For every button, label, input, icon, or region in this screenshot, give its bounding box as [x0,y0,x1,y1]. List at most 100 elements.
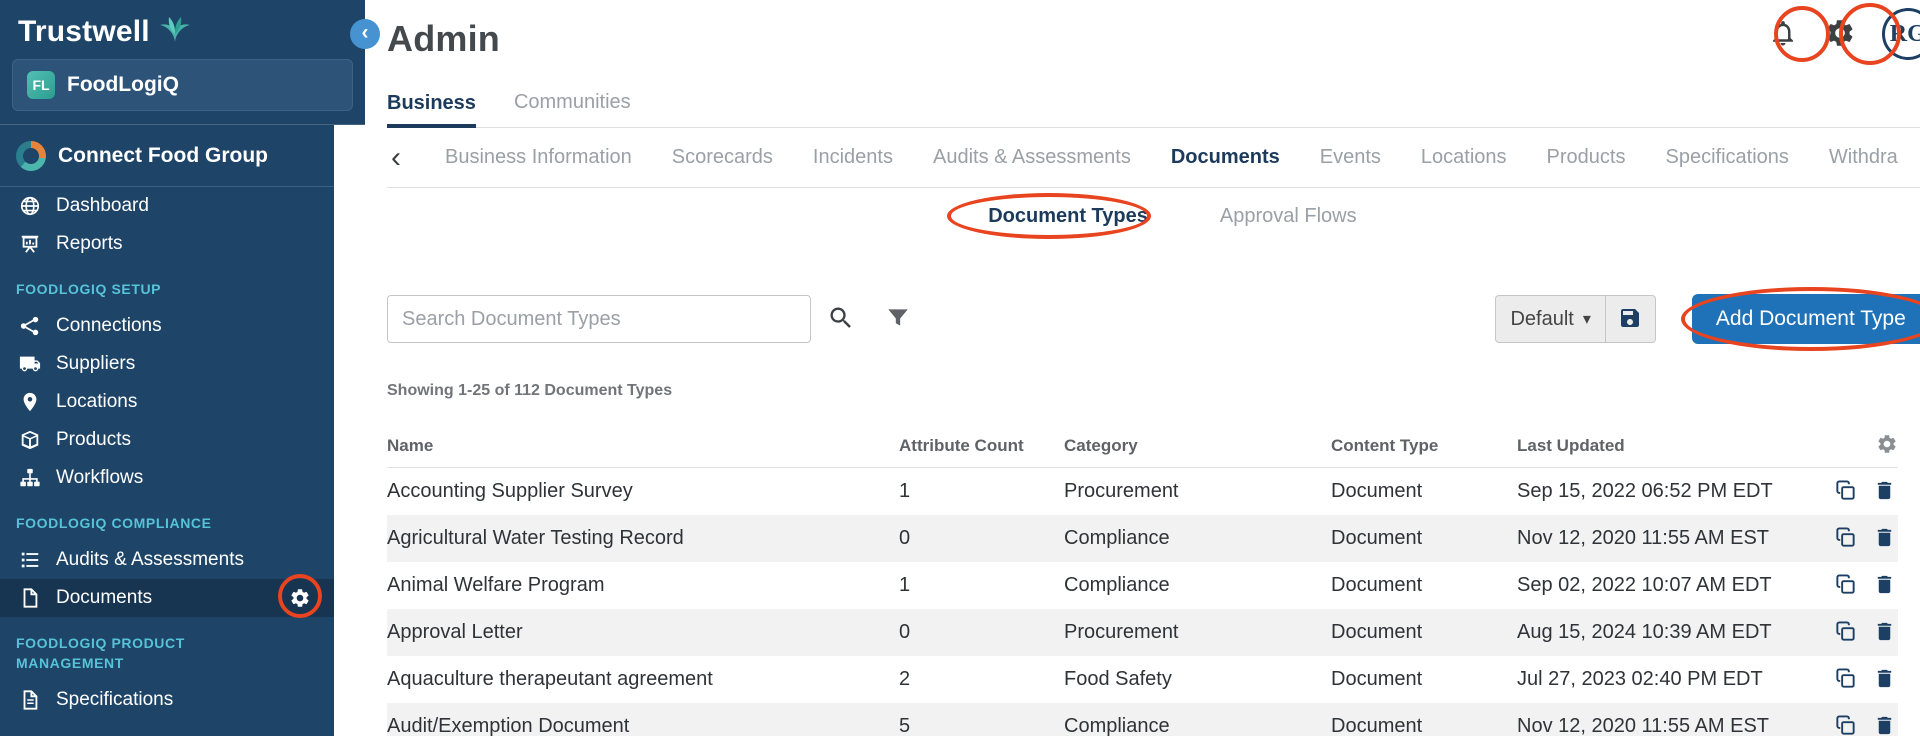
sidebar-item-label: Specifications [56,689,173,711]
table-settings-button[interactable] [1876,433,1898,458]
cell-content-type: Document [1331,480,1517,503]
sidebar-item-connections[interactable]: Connections [0,307,334,345]
cell-category: Compliance [1064,715,1331,736]
delete-button[interactable] [1873,620,1896,646]
table-row[interactable]: Agricultural Water Testing Record 0 Comp… [387,515,1898,562]
toolbar-right: Default ▾ Add Document Type [1495,294,1920,344]
sidebar-item-specifications[interactable]: Specifications [0,681,334,719]
view-dropdown-label: Default [1510,308,1573,331]
tab-communities[interactable]: Communities [514,91,631,127]
cell-attribute-count: 0 [899,527,1064,550]
copy-icon [1834,479,1857,505]
notifications-button[interactable] [1768,18,1798,51]
table-row[interactable]: Approval Letter 0 Procurement Document A… [387,609,1898,656]
tabs-scroll-left-button[interactable]: ‹ [387,143,405,173]
sidebar-item-locations[interactable]: Locations [0,383,334,421]
copy-button[interactable] [1834,667,1857,693]
trustwell-logo[interactable]: Trustwell [12,12,353,51]
tab-documents[interactable]: Documents [1171,146,1280,169]
list-icon [18,548,42,572]
delete-button[interactable] [1873,526,1896,552]
cell-content-type: Document [1331,527,1517,550]
secondary-tabs: ‹ Business Information Scorecards Incide… [387,128,1920,188]
tab-withdrawals[interactable]: Withdra [1829,146,1898,169]
cell-attribute-count: 1 [899,574,1064,597]
sidebar-item-label: Locations [56,391,137,413]
table-row[interactable]: Aquaculture therapeutant agreement 2 Foo… [387,656,1898,703]
box-icon [18,428,42,452]
cell-content-type: Document [1331,715,1517,736]
tab-locations[interactable]: Locations [1421,146,1507,169]
trustwell-logo-text: Trustwell [18,15,150,49]
cell-category: Procurement [1064,480,1331,503]
tab-audits-assessments[interactable]: Audits & Assessments [933,146,1131,169]
cell-name: Animal Welfare Program [387,574,899,597]
sidebar-item-label: Dashboard [56,195,149,217]
cell-category: Compliance [1064,574,1331,597]
table-row[interactable]: Animal Welfare Program 1 Compliance Docu… [387,562,1898,609]
column-header-last-updated[interactable]: Last Updated [1517,436,1831,456]
tab-document-types[interactable]: Document Types [988,205,1148,228]
delete-button[interactable] [1873,573,1896,599]
sidebar-item-products[interactable]: Products [0,421,334,459]
column-header-content-type[interactable]: Content Type [1331,436,1517,456]
add-document-type-button[interactable]: Add Document Type [1692,294,1920,344]
admin-settings-button[interactable] [1824,17,1856,52]
primary-tabs: Business Communities [387,78,1920,128]
sidebar-item-suppliers[interactable]: Suppliers [0,345,334,383]
sidebar-collapse-button[interactable]: ‹ [350,19,380,49]
table-settings-cell [1831,433,1898,458]
trash-icon [1873,714,1896,736]
sidebar-item-audits-assessments[interactable]: Audits & Assessments [0,541,334,579]
delete-button[interactable] [1873,667,1896,693]
trash-icon [1873,526,1896,552]
cell-attribute-count: 0 [899,621,1064,644]
tab-scorecards[interactable]: Scorecards [672,146,773,169]
page-title: Admin [387,18,500,60]
cell-name: Agricultural Water Testing Record [387,527,899,550]
main-content: Admin RG Business Communities [365,0,1920,736]
avatar[interactable]: RG [1882,8,1920,60]
tab-approval-flows[interactable]: Approval Flows [1220,205,1357,228]
cell-name: Aquaculture therapeutant agreement [387,668,899,691]
filter-button[interactable] [885,305,911,334]
sidebar-item-foodlogiq[interactable]: FL FoodLogiQ [12,59,353,111]
copy-button[interactable] [1834,573,1857,599]
sidebar-header: Trustwell FL FoodLogiQ [0,0,365,125]
delete-button[interactable] [1873,479,1896,505]
search-input[interactable] [387,295,811,343]
tab-incidents[interactable]: Incidents [813,146,893,169]
cell-attribute-count: 1 [899,480,1064,503]
copy-button[interactable] [1834,714,1857,736]
sidebar-item-workflows[interactable]: Workflows [0,459,334,497]
column-header-attribute-count[interactable]: Attribute Count [899,436,1064,456]
delete-button[interactable] [1873,714,1896,736]
column-header-name[interactable]: Name [387,436,899,456]
trash-icon [1873,667,1896,693]
cell-category: Procurement [1064,621,1331,644]
tab-business-information[interactable]: Business Information [445,146,632,169]
copy-icon [1834,526,1857,552]
tab-business[interactable]: Business [387,92,476,128]
cell-name: Audit/Exemption Document [387,715,899,736]
search-button[interactable] [827,304,855,335]
copy-button[interactable] [1834,526,1857,552]
tab-products[interactable]: Products [1547,146,1626,169]
sidebar-body: Connect Food Group Dashboard Reports FOO… [0,125,365,736]
tab-events[interactable]: Events [1320,146,1381,169]
save-view-button[interactable] [1606,295,1656,343]
table-row[interactable]: Accounting Supplier Survey 1 Procurement… [387,468,1898,515]
copy-button[interactable] [1834,620,1857,646]
documents-settings-gear-icon[interactable] [289,587,311,609]
sidebar-item-documents[interactable]: Documents [0,579,334,617]
sidebar-item-connect-food-group[interactable]: Connect Food Group [0,125,334,187]
sidebar-item-reports[interactable]: Reports [0,225,334,263]
view-dropdown[interactable]: Default ▾ [1495,295,1605,343]
map-pin-icon [18,390,42,414]
column-header-category[interactable]: Category [1064,436,1331,456]
sidebar-item-dashboard[interactable]: Dashboard [0,187,334,225]
table-row[interactable]: Audit/Exemption Document 5 Compliance Do… [387,703,1898,736]
copy-button[interactable] [1834,479,1857,505]
tab-specifications[interactable]: Specifications [1665,146,1788,169]
sidebar-item-label: Products [56,429,131,451]
